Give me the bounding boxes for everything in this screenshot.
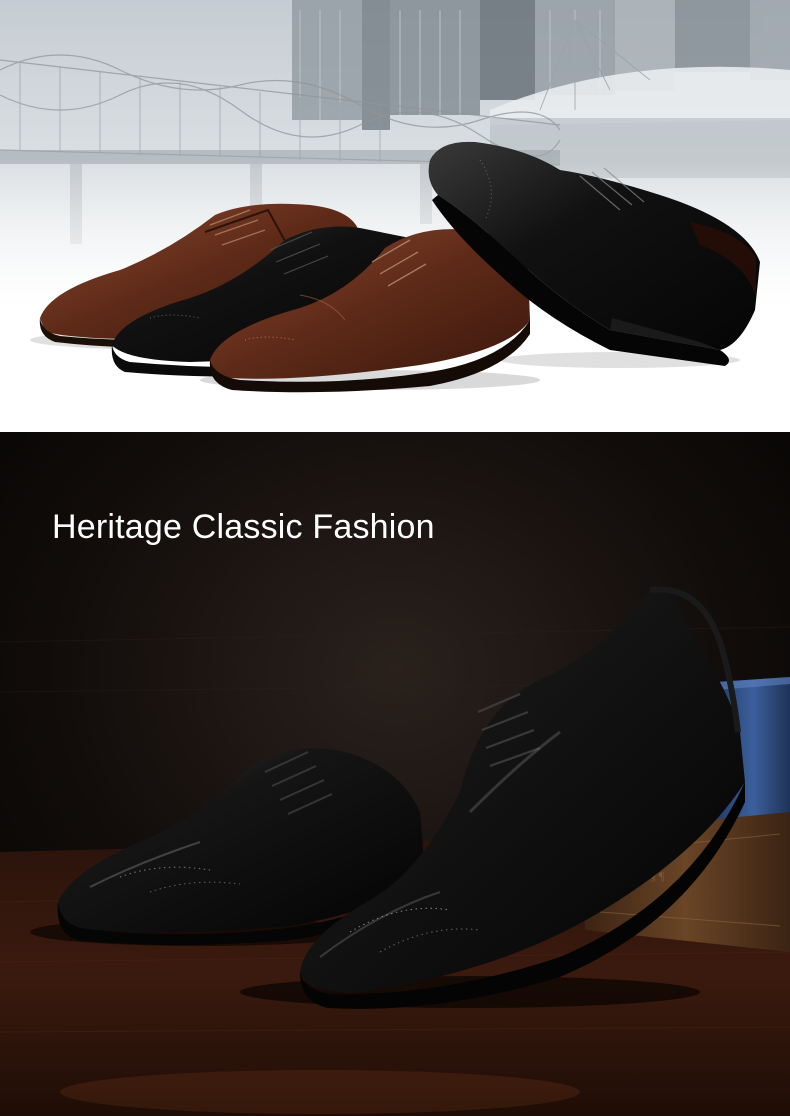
top-product-photo	[0, 0, 790, 432]
bottom-product-photo: § ¶ Heritage Classic Fashion	[0, 432, 790, 1116]
product-page: § ¶ Heritage Classic Fashion	[0, 0, 790, 1116]
city-shoes-illustration	[0, 0, 790, 432]
headline-heritage-classic: Heritage Classic Fashion	[52, 508, 435, 546]
